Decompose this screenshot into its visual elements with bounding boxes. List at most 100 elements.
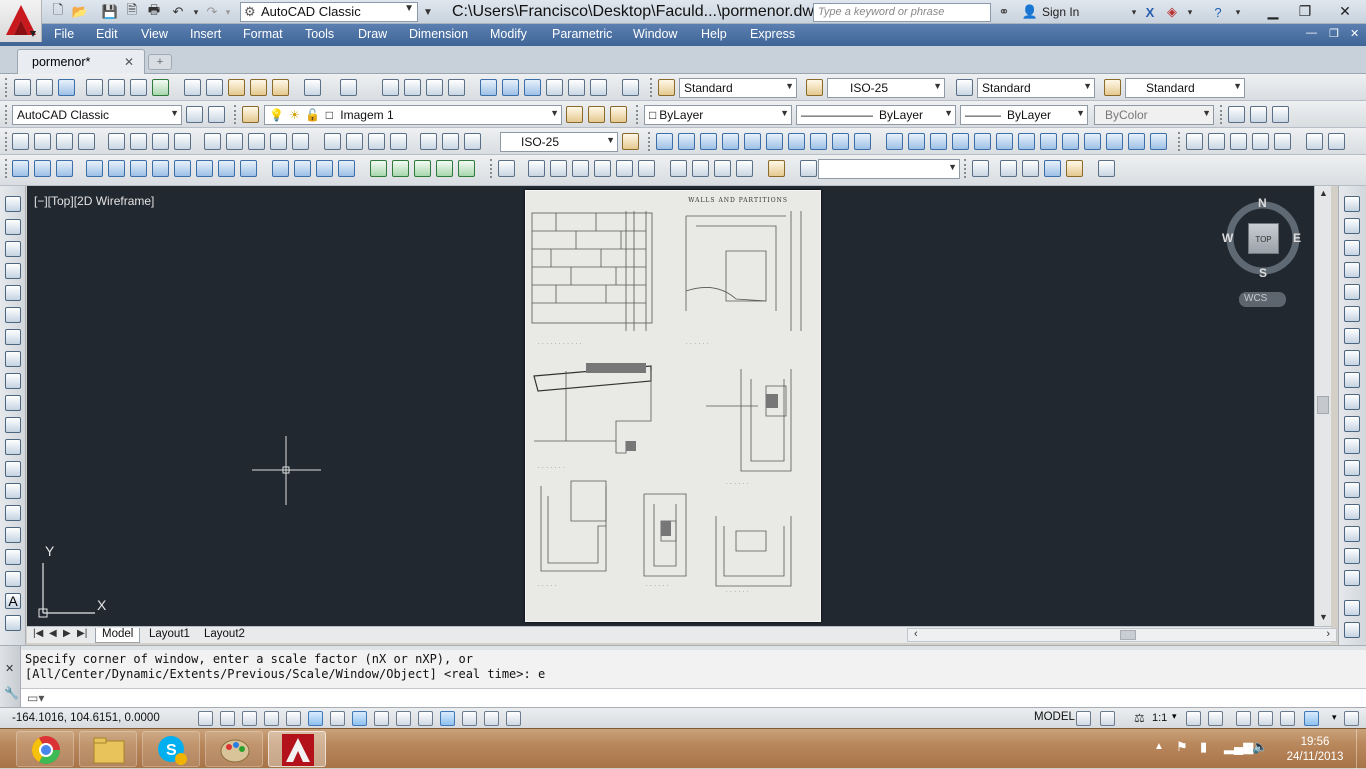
- cut-icon[interactable]: [184, 79, 201, 96]
- extrude-icon[interactable]: [854, 133, 871, 150]
- free-orbit-icon[interactable]: [1250, 106, 1267, 123]
- polar-tracking-icon[interactable]: [286, 711, 301, 726]
- sun-properties-icon[interactable]: [1066, 160, 1083, 177]
- command-line-handle[interactable]: ✕ 🔧: [0, 646, 21, 708]
- tab-layout2[interactable]: Layout2: [198, 628, 251, 643]
- scale-icon[interactable]: [1344, 350, 1360, 366]
- subtract-icon[interactable]: [996, 133, 1013, 150]
- redo-icon[interactable]: [340, 79, 357, 96]
- union-icon[interactable]: [12, 160, 29, 177]
- tab-layout1[interactable]: Layout1: [143, 628, 196, 643]
- toolbar-lock-icon[interactable]: [1258, 711, 1273, 726]
- qnew-icon[interactable]: [14, 79, 31, 96]
- loft-icon[interactable]: [952, 133, 969, 150]
- transparency-icon[interactable]: [440, 711, 455, 726]
- 3d-move-icon[interactable]: [1040, 133, 1057, 150]
- chevron-left-icon[interactable]: ‹: [914, 628, 918, 640]
- menu-express[interactable]: Express: [750, 27, 795, 41]
- dim-update-icon[interactable]: [464, 133, 481, 150]
- add-selected-icon[interactable]: [5, 615, 21, 631]
- skype-taskbar-button[interactable]: S: [142, 731, 200, 767]
- auto-scale-icon[interactable]: [1208, 711, 1223, 726]
- named-view-select[interactable]: ▼: [818, 159, 960, 179]
- sheet-set-icon[interactable]: [546, 79, 563, 96]
- region-icon[interactable]: [5, 549, 21, 565]
- plot-icon[interactable]: [86, 79, 103, 96]
- jogged-linear-icon[interactable]: [390, 133, 407, 150]
- binoculars-icon[interactable]: ⚭: [994, 3, 1014, 21]
- open-icon[interactable]: [36, 79, 53, 96]
- coordinate-readout[interactable]: -164.1016, 104.6151, 0.0000: [12, 712, 160, 724]
- layer-previous-icon[interactable]: [588, 106, 605, 123]
- sphere-icon[interactable]: [722, 133, 739, 150]
- toolbar-grip[interactable]: [964, 159, 968, 178]
- slice-icon[interactable]: [1128, 133, 1145, 150]
- tool-palettes-icon[interactable]: [524, 79, 541, 96]
- torus-icon[interactable]: [766, 133, 783, 150]
- quick-view-layouts-icon[interactable]: [1076, 711, 1091, 726]
- user-icon[interactable]: 👤: [1020, 3, 1040, 21]
- tab-pormenor[interactable]: pormenor* ✕: [17, 49, 145, 74]
- workspace-settings-icon[interactable]: [186, 106, 203, 123]
- offset-faces-icon[interactable]: [130, 160, 147, 177]
- array-icon[interactable]: [1344, 284, 1360, 300]
- text-style-select[interactable]: Standard ▼: [679, 78, 797, 98]
- compass-west[interactable]: W: [1222, 231, 1233, 245]
- menu-dimension[interactable]: Dimension: [409, 27, 468, 41]
- model-space-button[interactable]: MODEL: [1034, 711, 1075, 723]
- box-icon[interactable]: [656, 133, 673, 150]
- join-icon[interactable]: [1344, 482, 1360, 498]
- break-at-point-icon[interactable]: [1344, 438, 1360, 454]
- visual-style-3d-wire-icon[interactable]: [550, 160, 567, 177]
- offset-icon[interactable]: [1344, 262, 1360, 278]
- color-select[interactable]: □ ByLayer ▼: [644, 105, 792, 125]
- volume-icon[interactable]: 🔈: [1252, 739, 1268, 755]
- wrench-icon[interactable]: 🔧: [4, 686, 19, 700]
- toolbar-grip[interactable]: [1220, 105, 1224, 124]
- visual-style-2d-icon[interactable]: [528, 160, 545, 177]
- mesh-smooth-icon[interactable]: [1252, 133, 1269, 150]
- infer-constraints-icon[interactable]: [198, 711, 213, 726]
- walk-settings-icon[interactable]: [1022, 160, 1039, 177]
- tab-model[interactable]: Model: [95, 628, 141, 643]
- visual-style-hidden-icon[interactable]: [572, 160, 589, 177]
- chevron-down-icon[interactable]: ▾: [1332, 712, 1337, 723]
- pyramid-icon[interactable]: [788, 133, 805, 150]
- zoom-previous-icon[interactable]: [448, 79, 465, 96]
- menu-draw[interactable]: Draw: [358, 27, 387, 41]
- cone-icon[interactable]: [700, 133, 717, 150]
- revolve-icon[interactable]: [930, 133, 947, 150]
- aligned-dim-icon[interactable]: [34, 133, 51, 150]
- menu-help[interactable]: Help: [701, 27, 727, 41]
- multiline-text-icon[interactable]: A: [5, 593, 21, 609]
- dim-space-icon[interactable]: [270, 133, 287, 150]
- light-spot-icon[interactable]: [692, 160, 709, 177]
- clean-icon[interactable]: [338, 160, 355, 177]
- workspace-select[interactable]: AutoCAD Classic ▼: [12, 105, 182, 125]
- copy-faces-icon[interactable]: [218, 160, 235, 177]
- text-style-icon[interactable]: [658, 79, 675, 96]
- mesh-box-icon[interactable]: [1186, 133, 1203, 150]
- lineweight-select[interactable]: ——— ByLayer ▼: [960, 105, 1088, 125]
- line-icon[interactable]: [5, 196, 21, 212]
- workspace-select[interactable]: ⚙ AutoCAD Classic ▼: [240, 2, 418, 22]
- taper-faces-icon[interactable]: [196, 160, 213, 177]
- linear-dim-icon[interactable]: [12, 133, 29, 150]
- make-current-layer-icon[interactable]: [566, 106, 583, 123]
- toolbar-grip[interactable]: [490, 159, 494, 178]
- visual-style-conceptual-icon[interactable]: [616, 160, 633, 177]
- application-menu-button[interactable]: [0, 0, 42, 42]
- fly-icon[interactable]: [1000, 160, 1017, 177]
- camera-icon[interactable]: [1098, 160, 1115, 177]
- menu-edit[interactable]: Edit: [96, 27, 118, 41]
- visual-style-manager-icon[interactable]: [638, 160, 655, 177]
- menu-view[interactable]: View: [141, 27, 168, 41]
- match-properties-icon[interactable]: [250, 79, 267, 96]
- quick-dim-icon[interactable]: [204, 133, 221, 150]
- chevron-up-icon[interactable]: ▲: [1319, 188, 1328, 198]
- undo-icon[interactable]: [304, 79, 321, 96]
- sweep-icon[interactable]: [908, 133, 925, 150]
- new-file-icon[interactable]: 🗋: [48, 2, 68, 21]
- section-plane-icon[interactable]: [1150, 133, 1167, 150]
- table-style-icon[interactable]: [956, 79, 973, 96]
